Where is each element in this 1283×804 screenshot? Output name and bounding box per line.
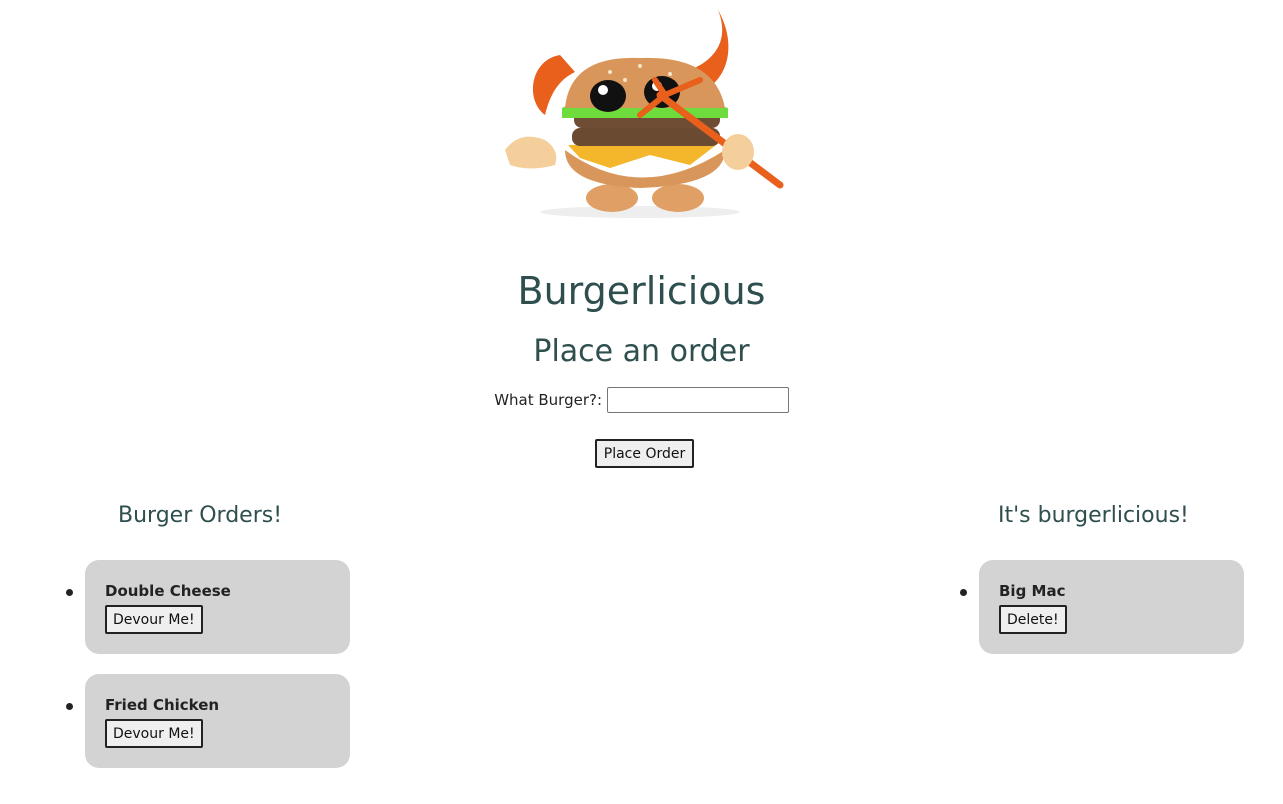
burger-name-label: What Burger?:: [494, 391, 603, 409]
page-title: Burgerlicious: [517, 269, 766, 313]
burger-name: Fried Chicken: [105, 696, 220, 714]
burger-name: Double Cheese: [105, 582, 231, 600]
burger-name: Big Mac: [999, 582, 1066, 600]
list-bullet: [66, 589, 73, 596]
devour-button[interactable]: Devour Me!: [105, 605, 203, 634]
devoured-card: Big Mac Delete!: [960, 560, 1244, 654]
order-form-heading: Place an order: [533, 334, 750, 369]
burger-name-input[interactable]: [606, 387, 789, 413]
list-bullet: [66, 703, 73, 710]
burger-card: Fried Chicken Devour Me!: [66, 674, 350, 768]
delete-button[interactable]: Delete!: [999, 605, 1067, 634]
burger-card: Double Cheese Devour Me!: [66, 560, 350, 654]
order-form: What Burger?:: [0, 387, 1283, 413]
devour-button[interactable]: Devour Me!: [105, 719, 203, 748]
list-bullet: [960, 589, 967, 596]
devoured-heading: It's burgerlicious!: [998, 503, 1189, 528]
burger-orders-heading: Burger Orders!: [118, 503, 283, 528]
devil-burger-mascot-icon: [505, 10, 784, 218]
place-order-button[interactable]: Place Order: [595, 439, 694, 468]
